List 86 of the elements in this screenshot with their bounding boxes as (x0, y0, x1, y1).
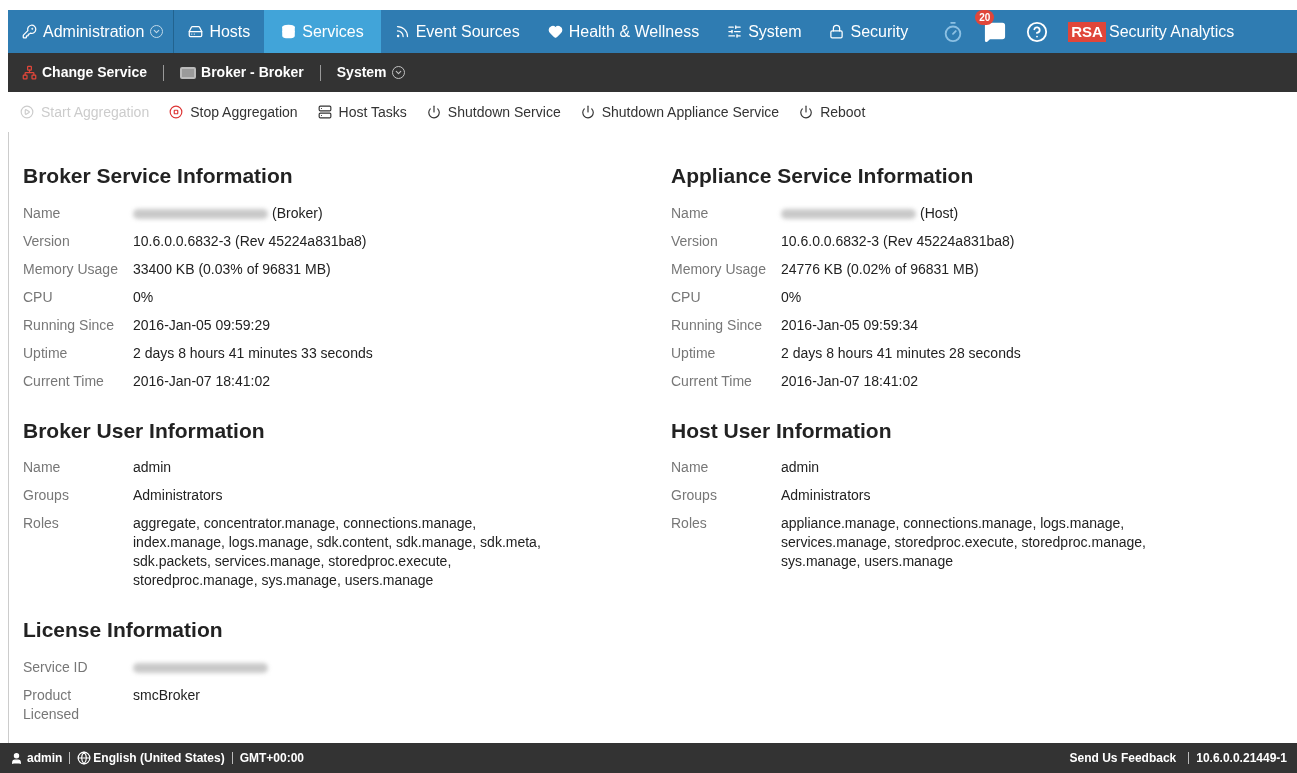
section-title: Appliance Service Information (671, 163, 975, 189)
server-icon (317, 105, 332, 119)
field-value: (Host) (920, 203, 959, 223)
field-value: aggregate, concentrator.manage, connections.manage, index.manage, logs.manage, sdk.content, sdk.manage, sdk.meta, sdk.packets, services.manage, storedproc.execute, storedproc.manage, sys.manage, users.manage (133, 514, 542, 590)
logo-mark: RSA (1068, 21, 1106, 42)
lock-icon (829, 24, 845, 39)
field-value: 2016-Jan-05 09:59:29 (133, 315, 270, 335)
field-label: Version (23, 231, 71, 251)
field-value: 10.6.0.0.6832-3 (Rev 45224a831ba8) (781, 231, 1015, 251)
field-label: Name (671, 458, 710, 477)
field-value: Administrators (133, 486, 223, 505)
field-value: 0% (133, 287, 154, 307)
section-title: Broker Service Information (23, 163, 294, 189)
sliders-icon (727, 24, 743, 39)
section-title: Host User Information (671, 417, 893, 444)
rss-icon (394, 24, 410, 39)
field-label: Current Time (671, 371, 753, 391)
help-icon[interactable] (1026, 20, 1049, 43)
context-item[interactable]: Broker - Broker (178, 62, 306, 83)
field-label: CPU (671, 287, 702, 307)
play-icon (20, 105, 34, 119)
section-title: Broker User Information (23, 417, 266, 444)
field-label: Groups (23, 486, 70, 505)
field-value: 2016-Jan-05 09:59:34 (781, 315, 918, 335)
field-value: 33400 KB (0.03% of 96831 MB) (133, 259, 331, 279)
field-label: Name (671, 203, 710, 223)
section-title: License Information (23, 617, 224, 643)
feedback-link[interactable]: Send Us Feedback (1069, 749, 1177, 767)
field-value: admin (781, 458, 820, 477)
field-label: Roles (671, 514, 708, 533)
version: 10.6.0.0.21449-1 (1196, 750, 1287, 767)
toolbar-button[interactable]: Stop Aggregation (169, 101, 298, 123)
language: English (United States) (93, 750, 225, 767)
nav-tab[interactable]: Health & Wellness (533, 10, 714, 53)
field-label: Memory Usage (671, 259, 767, 279)
toolbar-button[interactable]: Host Tasks (317, 101, 407, 123)
chat-icon[interactable] (984, 20, 1007, 43)
field-value: 10.6.0.0.6832-3 (Rev 45224a831ba8) (133, 231, 367, 251)
field-value: 2 days 8 hours 41 minutes 33 seconds (133, 343, 373, 363)
field-label: CPU (23, 287, 54, 307)
network-icon (22, 65, 37, 80)
product-name: Security Analytics (1108, 21, 1235, 42)
field-label: Roles (23, 514, 60, 533)
user-icon (10, 751, 23, 765)
field-value: 2 days 8 hours 41 minutes 28 seconds (781, 343, 1021, 363)
power-icon (426, 105, 441, 119)
field-value: 0% (781, 287, 802, 307)
context-item[interactable]: System (334, 62, 407, 83)
field-label: Running Since (671, 315, 764, 335)
field-label: Name (23, 203, 62, 223)
nav-tab[interactable]: Hosts (174, 10, 265, 53)
field-value: smcBroker (133, 685, 200, 705)
drive-icon (188, 24, 204, 39)
field-label: Uptime (23, 343, 69, 363)
timezone: GMT+00:00 (239, 750, 305, 767)
toolbar-button[interactable]: Shutdown Appliance Service (580, 101, 780, 123)
field-value: 24776 KB (0.02% of 96831 MB) (781, 259, 979, 279)
toolbar-button[interactable]: Reboot (799, 101, 866, 123)
field-value: admin (133, 458, 172, 477)
nav-tab[interactable]: Event Sources (380, 10, 534, 53)
field-label: Groups (671, 486, 718, 505)
user-name: admin (27, 750, 63, 767)
notification-badge: 20 (975, 9, 995, 25)
stop-icon (169, 105, 184, 119)
toolbar-button[interactable]: Shutdown Service (426, 101, 561, 123)
field-label: Service ID (23, 657, 89, 677)
nav-tab[interactable]: Security (815, 10, 923, 53)
field-label: Running Since (23, 315, 116, 335)
field-label: Product Licensed (23, 685, 81, 724)
key-icon (22, 24, 37, 39)
context-item[interactable]: Change Service (20, 62, 150, 83)
field-value: 2016-Jan-07 18:41:02 (781, 371, 918, 391)
field-label: Version (671, 231, 719, 251)
nav-tab[interactable]: System (713, 10, 816, 53)
field-value: appliance.manage, connections.manage, logs.manage, services.manage, storedproc.execute, storedproc.manage, sys.manage, users.manage (781, 514, 1147, 571)
field-value: (Broker) (272, 203, 323, 223)
field-label: Current Time (23, 371, 105, 391)
field-value: 2016-Jan-07 18:41:02 (133, 371, 270, 391)
field-label: Memory Usage (23, 259, 119, 279)
field-label: Name (23, 458, 62, 477)
globe-icon (77, 751, 92, 765)
power-icon (580, 105, 595, 119)
field-value: Administrators (781, 486, 871, 505)
field-label: Uptime (671, 343, 717, 363)
power-icon (799, 105, 814, 119)
heart-icon (547, 24, 563, 39)
